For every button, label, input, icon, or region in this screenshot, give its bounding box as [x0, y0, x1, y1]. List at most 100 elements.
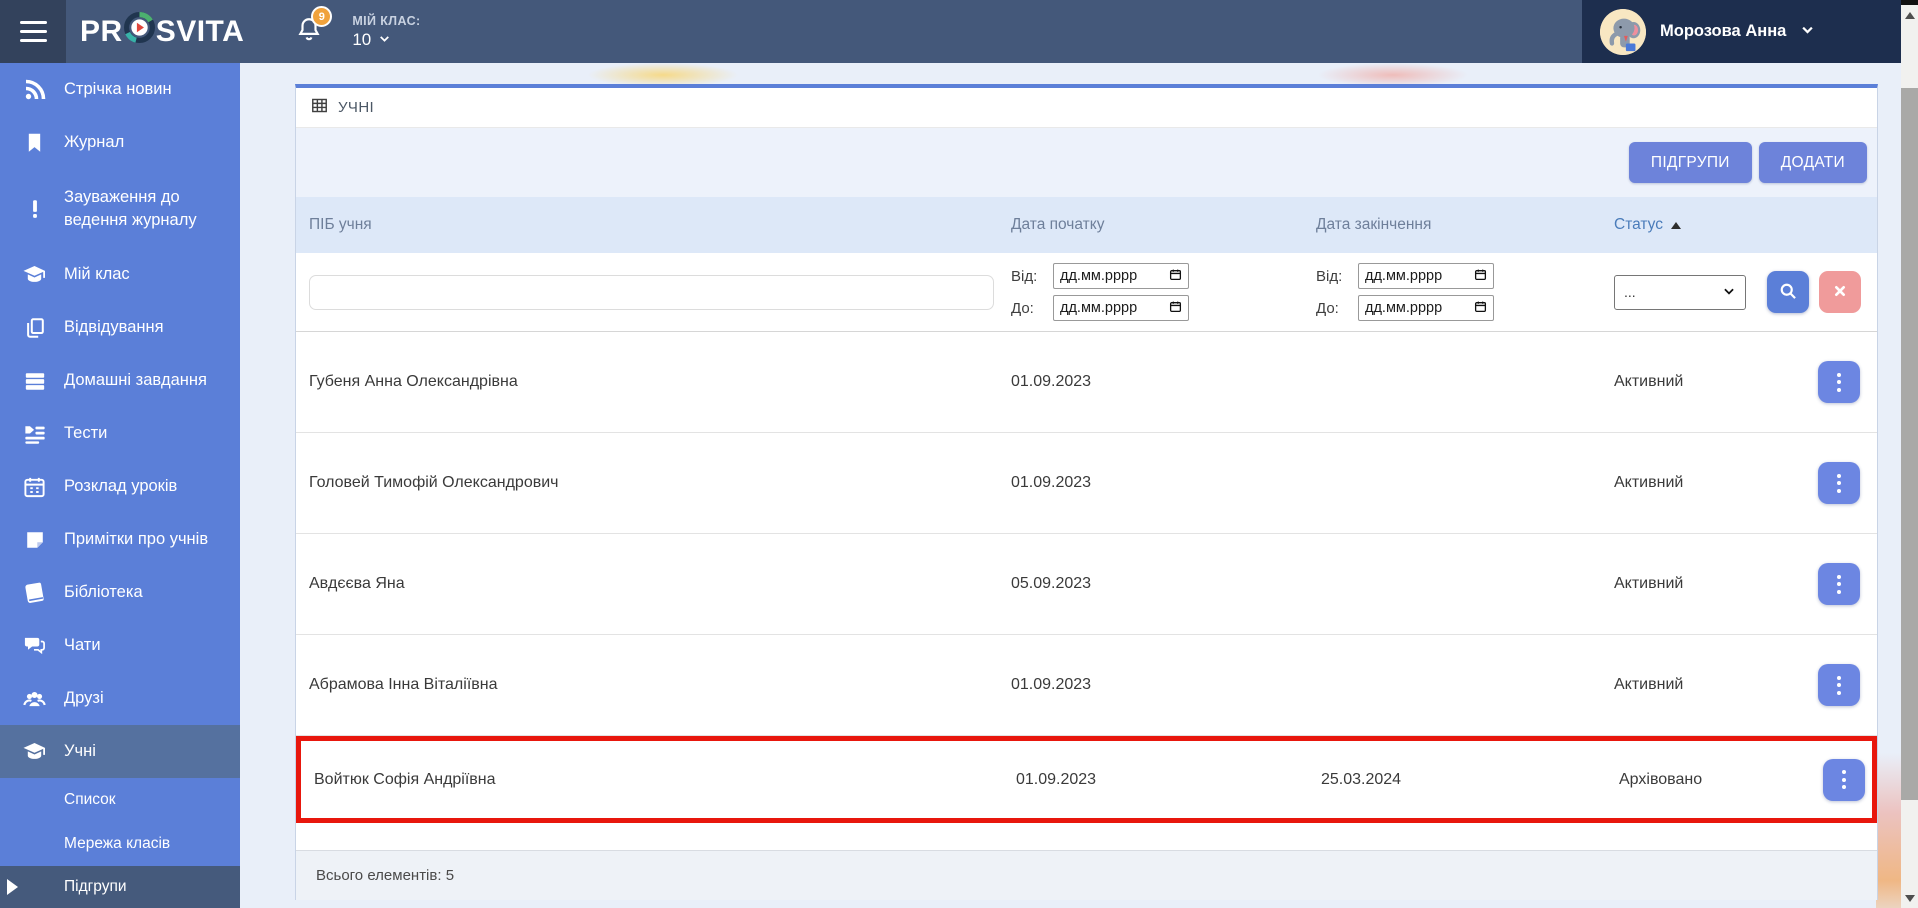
end-date: 25.03.2024	[1321, 770, 1402, 788]
sidebar-item-chats[interactable]: Чати	[0, 619, 240, 672]
vertical-scrollbar[interactable]	[1901, 0, 1918, 908]
rss-icon	[22, 77, 47, 102]
select-chevron-down-icon	[1722, 284, 1736, 301]
sidebar-item-label: Відвідування	[64, 318, 164, 336]
sidebar-item-journal-remarks[interactable]: Зауваження до ведення журналу	[0, 169, 240, 248]
total-elements-text: Всього елементів: 5	[316, 867, 455, 884]
sidebar-item-label: Журнал	[64, 133, 125, 151]
sidebar-item-library[interactable]: Бібліотека	[0, 566, 240, 619]
sidebar-item-tests[interactable]: Тести	[0, 407, 240, 460]
sidebar-item-label: Тести	[64, 424, 108, 442]
column-headers: ПІБ учня Дата початку Дата закінчення Ст…	[296, 197, 1877, 253]
sidebar-item-students-list[interactable]: Список	[0, 778, 240, 822]
sidebar-item-schedule[interactable]: Розклад уроків	[0, 460, 240, 513]
search-button[interactable]	[1767, 271, 1809, 313]
column-header-end-date[interactable]: Дата закінчення	[1316, 216, 1614, 234]
start-date-to-input[interactable]: дд.мм.рррр	[1053, 295, 1189, 321]
row-actions-button[interactable]	[1818, 664, 1860, 706]
student-name: Губеня Анна Олександрівна	[309, 373, 518, 390]
from-label: Від:	[1011, 267, 1038, 285]
sidebar-item-student-notes[interactable]: Примітки про учнів	[0, 513, 240, 566]
prosvita-logo: PR SVITA	[80, 11, 245, 51]
sidebar-item-students[interactable]: Учні	[0, 725, 240, 778]
subgroups-button[interactable]: ПІДГРУПИ	[1628, 142, 1752, 183]
hamburger-menu-button[interactable]	[0, 0, 66, 63]
sidebar-item-label: Список	[64, 791, 116, 808]
column-header-name[interactable]: ПІБ учня	[309, 216, 1011, 234]
elephant-avatar-image	[1600, 8, 1646, 55]
date-placeholder: дд.мм.рррр	[1060, 300, 1138, 316]
sidebar-item-homework[interactable]: Домашні завдання	[0, 354, 240, 407]
calendar-picker-icon[interactable]	[1474, 300, 1487, 317]
status-filter-select[interactable]: ...	[1614, 274, 1746, 310]
users-icon	[22, 686, 47, 711]
sidebar-item-label: Зауваження до ведення журналу	[64, 188, 197, 229]
calendar-picker-icon[interactable]	[1474, 268, 1487, 285]
student-name: Абрамова Інна Віталіївна	[309, 676, 498, 693]
end-date-from-input[interactable]: дд.мм.рррр	[1358, 263, 1494, 289]
from-label: Від:	[1316, 267, 1343, 285]
status-value: Активний	[1614, 575, 1684, 592]
start-date: 01.09.2023	[1011, 373, 1092, 390]
row-actions-button[interactable]	[1818, 462, 1860, 504]
column-header-status[interactable]: Статус	[1614, 216, 1818, 234]
logo-text-post: SVITA	[155, 14, 245, 48]
sort-ascending-icon	[1671, 221, 1681, 229]
topbar: PR SVITA 9 МІЙ КЛАС: 10 Морозова Анна	[0, 0, 1901, 63]
calendar-picker-icon[interactable]	[1169, 268, 1182, 285]
sidebar-item-my-class[interactable]: Мій клас	[0, 248, 240, 301]
bookmark-icon	[22, 130, 47, 155]
sidebar-item-subgroups[interactable]: Підгрупи	[0, 866, 240, 908]
clear-filters-button[interactable]	[1819, 271, 1861, 313]
user-chevron-down-icon	[1800, 22, 1815, 42]
start-date-from-input[interactable]: дд.мм.рррр	[1053, 263, 1189, 289]
filter-row: Від: дд.мм.рррр До: дд.мм.рррр Від: дд.м…	[296, 253, 1877, 332]
column-header-start-date[interactable]: Дата початку	[1011, 216, 1316, 234]
sidebar-item-friends[interactable]: Друзі	[0, 672, 240, 725]
end-date-filter: Від: дд.мм.рррр До: дд.мм.рррр	[1316, 263, 1614, 321]
row-actions-button[interactable]	[1818, 563, 1860, 605]
row-actions-button[interactable]	[1818, 361, 1860, 403]
highlight-annotation-box: Войтюк Софія Андріївна 01.09.2023 25.03.…	[296, 736, 1877, 823]
table-row: Головей Тимофій Олександрович 01.09.2023…	[296, 433, 1877, 534]
sidebar-item-journal[interactable]: Журнал	[0, 116, 240, 169]
card-title-bar: УЧНІ	[296, 88, 1877, 128]
students-card: УЧНІ ПІДГРУПИ ДОДАТИ ПІБ учня Дата почат…	[295, 84, 1878, 900]
sidebar-item-class-network[interactable]: Мережа класів	[0, 822, 240, 866]
pages-icon	[22, 315, 47, 340]
my-class-label: МІЙ КЛАС:	[352, 13, 421, 28]
date-placeholder: дд.мм.рррр	[1365, 268, 1443, 284]
add-button[interactable]: ДОДАТИ	[1758, 142, 1867, 183]
notification-count-badge: 9	[311, 6, 333, 27]
date-placeholder: дд.мм.рррр	[1060, 268, 1138, 284]
class-selector[interactable]: 10	[352, 30, 420, 50]
sidebar-item-label: Бібліотека	[64, 583, 143, 601]
table-grid-icon	[311, 97, 328, 118]
sidebar: Стрічка новин Журнал Зауваження до веден…	[0, 63, 240, 908]
calendar-picker-icon[interactable]	[1169, 300, 1182, 317]
scroll-down-arrow[interactable]	[1904, 895, 1915, 902]
main-content: УЧНІ ПІДГРУПИ ДОДАТИ ПІБ учня Дата почат…	[240, 63, 1901, 908]
avatar	[1600, 8, 1646, 55]
status-value: Активний	[1614, 373, 1684, 390]
name-filter-input[interactable]	[309, 274, 994, 310]
sidebar-item-label: Друзі	[64, 689, 104, 707]
status-header-label: Статус	[1614, 216, 1663, 233]
end-date-to-input[interactable]: дд.мм.рррр	[1358, 295, 1494, 321]
sidebar-item-label: Учні	[64, 742, 96, 760]
user-menu[interactable]: Морозова Анна	[1582, 0, 1901, 63]
background-artifact	[1876, 753, 1901, 908]
sidebar-item-attendance[interactable]: Відвідування	[0, 301, 240, 354]
status-select-value: ...	[1624, 284, 1636, 300]
scroll-up-arrow[interactable]	[1904, 12, 1915, 19]
status-value: Активний	[1614, 474, 1684, 491]
start-date: 01.09.2023	[1011, 474, 1092, 491]
student-name: Головей Тимофій Олександрович	[309, 474, 559, 491]
to-label: До:	[1316, 299, 1339, 317]
row-actions-button[interactable]	[1823, 758, 1865, 801]
graduation-cap-icon	[22, 739, 47, 764]
notifications-button[interactable]: 9	[296, 6, 333, 47]
scrollbar-thumb[interactable]	[1901, 88, 1918, 800]
sidebar-item-news-feed[interactable]: Стрічка новин	[0, 63, 240, 116]
